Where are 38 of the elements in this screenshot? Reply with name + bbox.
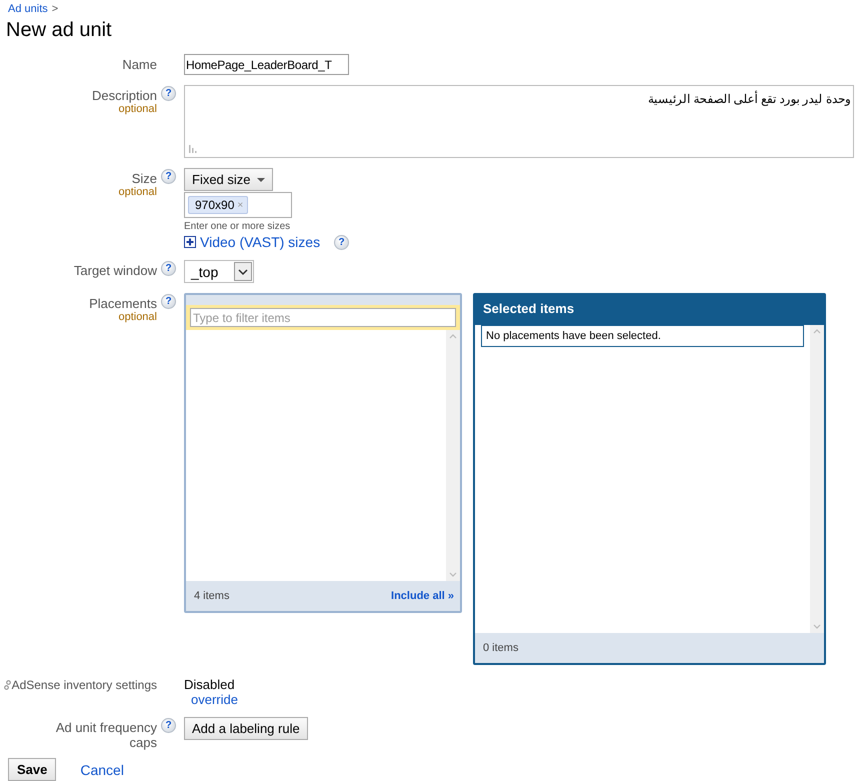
optional-label: optional <box>118 103 157 115</box>
breadcrumb-separator: > <box>52 3 58 15</box>
size-type-dropdown[interactable]: Fixed size <box>184 168 273 191</box>
field-label: Ad unit frequency caps <box>54 719 157 750</box>
item-count: 0 items <box>483 642 518 654</box>
field-label: Placements <box>89 295 157 311</box>
sizes-hint: Enter one or more sizes <box>184 221 290 232</box>
optional-label: optional <box>118 311 157 323</box>
status-value: Disabled <box>184 676 235 692</box>
field-label: Name <box>122 56 157 72</box>
page-title: New ad unit <box>6 19 113 42</box>
help-icon[interactable]: ? <box>334 235 350 250</box>
field-label: AdSense inventory settings <box>12 678 157 692</box>
name-field[interactable]: HomePage_LeaderBoard_T <box>184 54 349 75</box>
field-label: Size <box>132 170 157 186</box>
optional-label: optional <box>118 186 157 198</box>
panel-title: Selected items <box>475 295 824 325</box>
filter-field[interactable]: Type to filter items <box>190 308 456 327</box>
include-all-link[interactable]: Include all » <box>391 590 454 602</box>
video-sizes-link[interactable]: Video (VAST) sizes <box>200 234 320 250</box>
field-label: Description <box>92 87 157 103</box>
help-icon[interactable]: ? <box>161 718 176 733</box>
override-link[interactable]: override <box>191 692 238 707</box>
help-icon[interactable]: ? <box>161 294 176 309</box>
help-icon[interactable]: ? <box>161 169 176 184</box>
breadcrumb-link[interactable]: Ad units <box>8 3 48 15</box>
field-label: Target window <box>74 262 157 278</box>
save-button[interactable]: Save <box>8 758 56 781</box>
target-window-select[interactable]: _top <box>184 260 254 283</box>
sizes-field[interactable]: 970x90 × <box>184 192 292 218</box>
item-count: 4 items <box>194 590 230 602</box>
empty-message: No placements have been selected. <box>481 325 804 347</box>
add-rule-button[interactable]: Add a labeling rule <box>184 717 308 740</box>
size-tag: 970x90 × <box>188 196 248 214</box>
description-field[interactable]: وحدة ليدر بورد تقع أعلى الصفحة الرئيسية <box>184 85 854 158</box>
help-icon[interactable]: ? <box>161 261 176 276</box>
cancel-link[interactable]: Cancel <box>80 762 124 778</box>
help-icon[interactable]: ? <box>161 86 176 101</box>
